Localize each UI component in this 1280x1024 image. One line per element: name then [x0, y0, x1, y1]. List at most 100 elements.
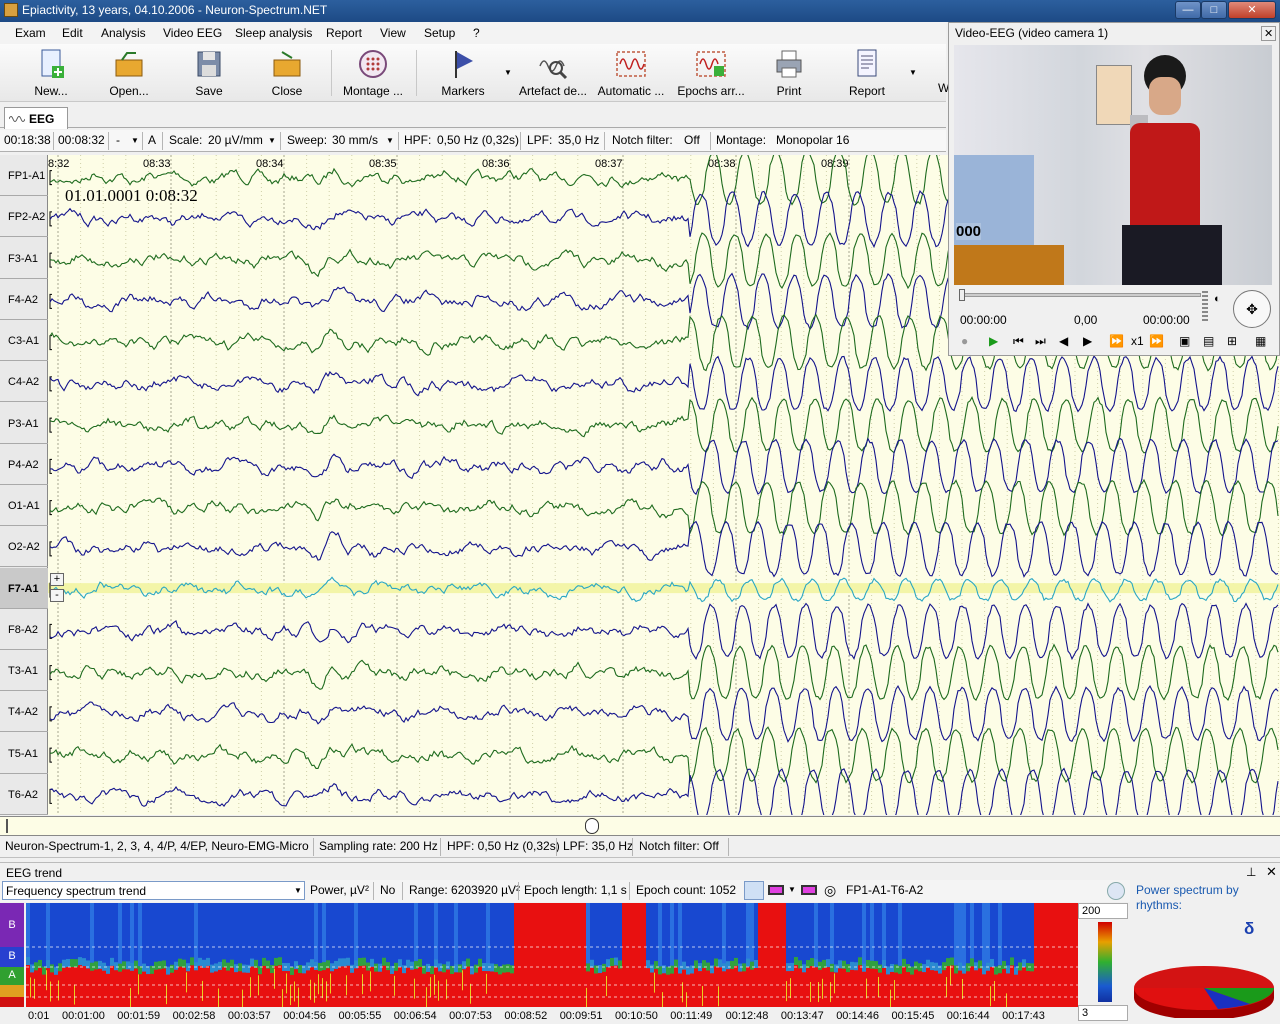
- fast-forward-2-icon[interactable]: ⏩: [1149, 334, 1164, 348]
- channel-label-p3-a1[interactable]: P3-A1: [0, 403, 48, 444]
- eeg-trace-t4-a2[interactable]: [50, 686, 1278, 742]
- video-volume-bar[interactable]: [1202, 291, 1208, 321]
- menu-view[interactable]: View: [380, 26, 406, 40]
- print-button[interactable]: Print: [752, 46, 826, 100]
- epochs-button[interactable]: Epochs arr...: [674, 46, 748, 100]
- step-back-icon[interactable]: ◀: [1059, 334, 1068, 348]
- markers-dropdown-icon[interactable]: ▼: [504, 68, 512, 77]
- close-window-button[interactable]: ✕: [1228, 1, 1276, 19]
- tab-eeg[interactable]: EEG: [4, 107, 68, 129]
- menu-help[interactable]: ?: [473, 26, 480, 40]
- channel-label-o1-a1[interactable]: O1-A1: [0, 485, 48, 526]
- eeg-trace-p3-a1[interactable]: [50, 397, 1278, 453]
- trend-color-icon[interactable]: [768, 885, 784, 895]
- channel-label-p4-a2[interactable]: P4-A2: [0, 444, 48, 485]
- eeg-trace-t3-a1[interactable]: [50, 645, 1278, 700]
- channel-label-t3-a1[interactable]: T3-A1: [0, 650, 48, 691]
- hpf-value[interactable]: 0,50 Hz (0,32s): [437, 133, 519, 147]
- channel-selector[interactable]: -: [116, 133, 120, 147]
- eeg-trace-p4-a2[interactable]: [50, 438, 1278, 494]
- channel-label-f7-a1[interactable]: F7-A1: [0, 568, 48, 609]
- scale-value[interactable]: 20 µV/mm: [208, 133, 263, 147]
- channel-label-t5-a1[interactable]: T5-A1: [0, 733, 48, 774]
- video-frame[interactable]: 000: [954, 45, 1272, 285]
- amplitude-mode[interactable]: A: [148, 133, 156, 147]
- channel-label-f4-a2[interactable]: F4-A2: [0, 279, 48, 320]
- eeg-trace-t5-a1[interactable]: [50, 727, 1278, 783]
- trend-settings-icon[interactable]: [1107, 882, 1125, 900]
- trend-no-label[interactable]: No: [380, 883, 395, 897]
- channel-label-t4-a2[interactable]: T4-A2: [0, 691, 48, 732]
- close-trend-icon[interactable]: ✕: [1266, 864, 1277, 880]
- trend-scale-min[interactable]: 3: [1078, 1005, 1128, 1021]
- trend-cell: [1010, 903, 1014, 965]
- channel-label-c3-a1[interactable]: C3-A1: [0, 320, 48, 361]
- menu-report[interactable]: Report: [326, 26, 362, 40]
- skip-start-icon[interactable]: ⏮: [1013, 334, 1024, 349]
- channel-label-o2-a2[interactable]: O2-A2: [0, 526, 48, 567]
- montage-value[interactable]: Monopolar 16: [776, 133, 849, 147]
- eeg-trace-o1-a1[interactable]: [50, 480, 1278, 536]
- channel-label-f3-a1[interactable]: F3-A1: [0, 238, 48, 279]
- video-menu-icon[interactable]: ▦: [1255, 334, 1266, 348]
- markers-button[interactable]: Markers: [426, 46, 500, 100]
- trend-color2-icon[interactable]: [801, 885, 817, 895]
- artefact-button[interactable]: Artefact de...: [516, 46, 590, 100]
- channel-amplitude-decrease-button[interactable]: -: [50, 589, 64, 602]
- channel-label-c4-a2[interactable]: C4-A2: [0, 361, 48, 402]
- trend-chart-type-icon[interactable]: [744, 881, 764, 900]
- channel-amplitude-increase-button[interactable]: +: [50, 573, 64, 586]
- menu-edit[interactable]: Edit: [62, 26, 83, 40]
- play-icon[interactable]: ▶: [989, 334, 998, 348]
- scale-dropdown-icon[interactable]: ▼: [268, 136, 276, 145]
- open-button[interactable]: Open...: [92, 46, 166, 100]
- channel-label-fp2-a2[interactable]: FP2-A2: [0, 196, 48, 237]
- toolbar-overflow-icon[interactable]: ▼: [909, 68, 917, 77]
- camera-settings-icon[interactable]: ⊞: [1227, 334, 1237, 348]
- time-scrollbar[interactable]: [0, 816, 1280, 836]
- sweep-dropdown-icon[interactable]: ▼: [386, 136, 394, 145]
- trend-scale-max[interactable]: 200: [1078, 903, 1128, 919]
- close-video-icon[interactable]: ✕: [1261, 26, 1276, 41]
- sweep-value[interactable]: 30 mm/s: [332, 133, 378, 147]
- frequency-spectrum-trend[interactable]: [26, 903, 1078, 1007]
- head-lead-icon[interactable]: ◎: [824, 882, 836, 899]
- minimize-button[interactable]: —: [1175, 1, 1201, 19]
- menu-sleep-analysis[interactable]: Sleep analysis: [235, 26, 312, 40]
- automatic-button[interactable]: Automatic ...: [594, 46, 668, 100]
- menu-video-eeg[interactable]: Video EEG: [163, 26, 222, 40]
- skip-end-icon[interactable]: ⏭: [1035, 334, 1046, 349]
- snapshot-icon[interactable]: ▣: [1179, 334, 1190, 348]
- notch-value[interactable]: Off: [684, 133, 700, 147]
- maximize-button[interactable]: □: [1201, 1, 1227, 19]
- montage-button[interactable]: Montage ...: [336, 46, 410, 100]
- scroll-thumb[interactable]: [585, 818, 599, 834]
- new-button[interactable]: New...: [14, 46, 88, 100]
- report-button[interactable]: Report: [830, 46, 904, 100]
- video-ptz-control[interactable]: ✥: [1233, 290, 1271, 328]
- channel-label-f8-a2[interactable]: F8-A2: [0, 609, 48, 650]
- channel-label-t6-a2[interactable]: T6-A2: [0, 774, 48, 815]
- export-icon[interactable]: ▤: [1203, 334, 1214, 348]
- trend-cell: [606, 903, 610, 967]
- video-seek-bar[interactable]: [959, 293, 1201, 297]
- trend-cell: [114, 970, 118, 1007]
- step-forward-icon[interactable]: ▶: [1083, 334, 1092, 348]
- menu-analysis[interactable]: Analysis: [101, 26, 146, 40]
- channel-label-fp1-a1[interactable]: FP1-A1: [0, 155, 48, 196]
- video-speed-icon[interactable]: ◐: [1214, 293, 1221, 305]
- menu-exam[interactable]: Exam: [15, 26, 46, 40]
- trend-mode-select[interactable]: Frequency spectrum trend ▼: [2, 881, 305, 900]
- menu-setup[interactable]: Setup: [424, 26, 455, 40]
- fast-forward-icon[interactable]: ⏩: [1109, 334, 1124, 348]
- save-button[interactable]: Save: [172, 46, 246, 100]
- video-speed-label[interactable]: x1: [1131, 334, 1144, 348]
- eeg-trace-f8-a2[interactable]: [50, 604, 1278, 659]
- trend-color-dropdown-icon[interactable]: ▼: [788, 885, 796, 894]
- video-seek-thumb[interactable]: [959, 289, 965, 301]
- lpf-value[interactable]: 35,0 Hz: [558, 133, 599, 147]
- channel-dropdown-icon[interactable]: ▼: [131, 136, 139, 145]
- close-button[interactable]: Close: [250, 46, 324, 100]
- pin-icon[interactable]: ⊥: [1246, 865, 1256, 879]
- record-icon[interactable]: ●: [961, 334, 968, 348]
